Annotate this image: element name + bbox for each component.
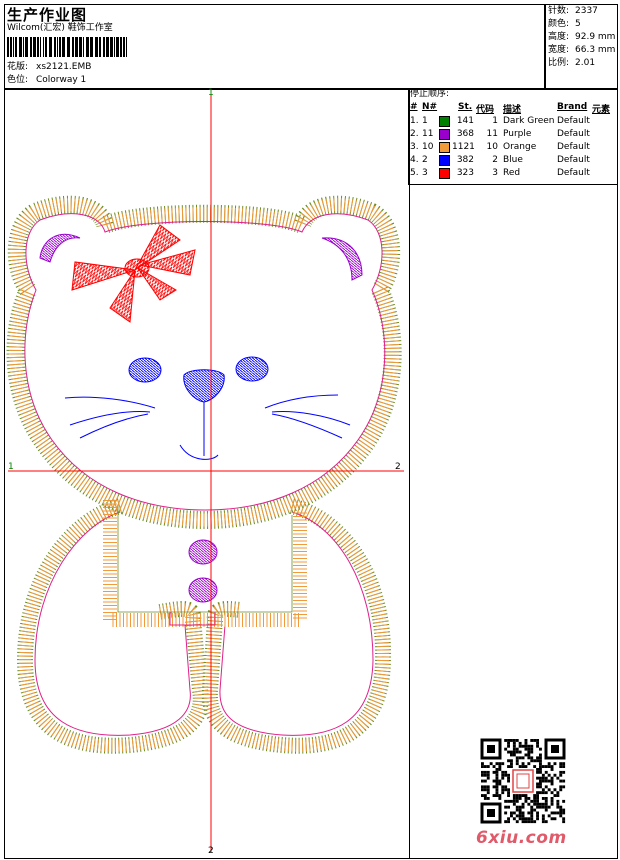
- left-eye: [128, 357, 162, 383]
- qr-code: [480, 738, 566, 824]
- axis-marker-left: 1: [8, 462, 14, 472]
- watermark: 6xiu.com: [476, 828, 567, 848]
- embroidery-design: [6, 95, 404, 852]
- right-eye: [235, 356, 269, 382]
- mouth: [179, 402, 219, 460]
- axis-marker-bottom: 2: [208, 846, 214, 856]
- right-inner-ear: [321, 237, 363, 281]
- button-top: [188, 539, 218, 565]
- bow: [71, 224, 196, 323]
- left-inner-ear: [39, 233, 81, 263]
- qr-logo: [512, 769, 534, 793]
- head-outline: [6, 195, 402, 530]
- nose: [183, 369, 225, 403]
- axis-marker-right: 2: [395, 462, 401, 472]
- button-bottom: [188, 577, 218, 603]
- axis-marker-top: 1: [208, 88, 214, 98]
